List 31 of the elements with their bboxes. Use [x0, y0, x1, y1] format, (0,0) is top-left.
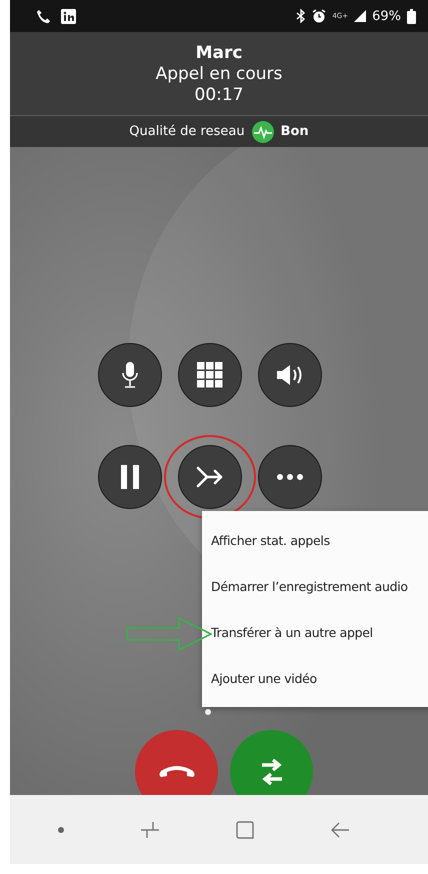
transfer-button[interactable] — [178, 445, 242, 509]
merge-arrow-icon — [196, 466, 224, 488]
bluetooth-icon — [296, 9, 306, 23]
call-duration: 00:17 — [194, 85, 244, 106]
hang-up-icon — [158, 764, 196, 778]
home-icon[interactable] — [236, 820, 254, 838]
pause-icon — [120, 465, 140, 489]
menu-item[interactable]: Transférer à un autre appel — [211, 624, 373, 640]
menu-item[interactable]: Afficher stat. appels — [211, 532, 330, 548]
dot-icon[interactable] — [58, 826, 64, 832]
menu-item[interactable]: Démarrer l’enregistrement audio — [211, 578, 408, 594]
back-icon[interactable] — [330, 822, 350, 838]
microphone-icon — [121, 361, 139, 389]
caller-name: Marc — [196, 43, 242, 64]
end-call-button[interactable] — [135, 730, 218, 795]
battery-percent: 69% — [372, 8, 401, 24]
swap-call-button[interactable] — [230, 730, 313, 795]
phone-icon — [36, 8, 51, 24]
recents-icon[interactable] — [140, 820, 160, 838]
signal-icon — [354, 10, 366, 22]
pulse-icon — [252, 120, 274, 142]
swap-arrows-icon — [260, 758, 284, 786]
linkedin-icon — [61, 8, 76, 24]
keypad-icon — [197, 362, 223, 388]
menu-item[interactable]: Ajouter une vidéo — [211, 670, 317, 686]
network-quality-label: Qualité de reseau — [129, 124, 245, 139]
battery-icon — [407, 8, 416, 24]
more-icon — [277, 474, 303, 480]
network-quality-value: Bon — [280, 124, 309, 139]
call-status: Appel en cours — [156, 64, 282, 85]
alarm-clock-icon — [312, 9, 326, 23]
